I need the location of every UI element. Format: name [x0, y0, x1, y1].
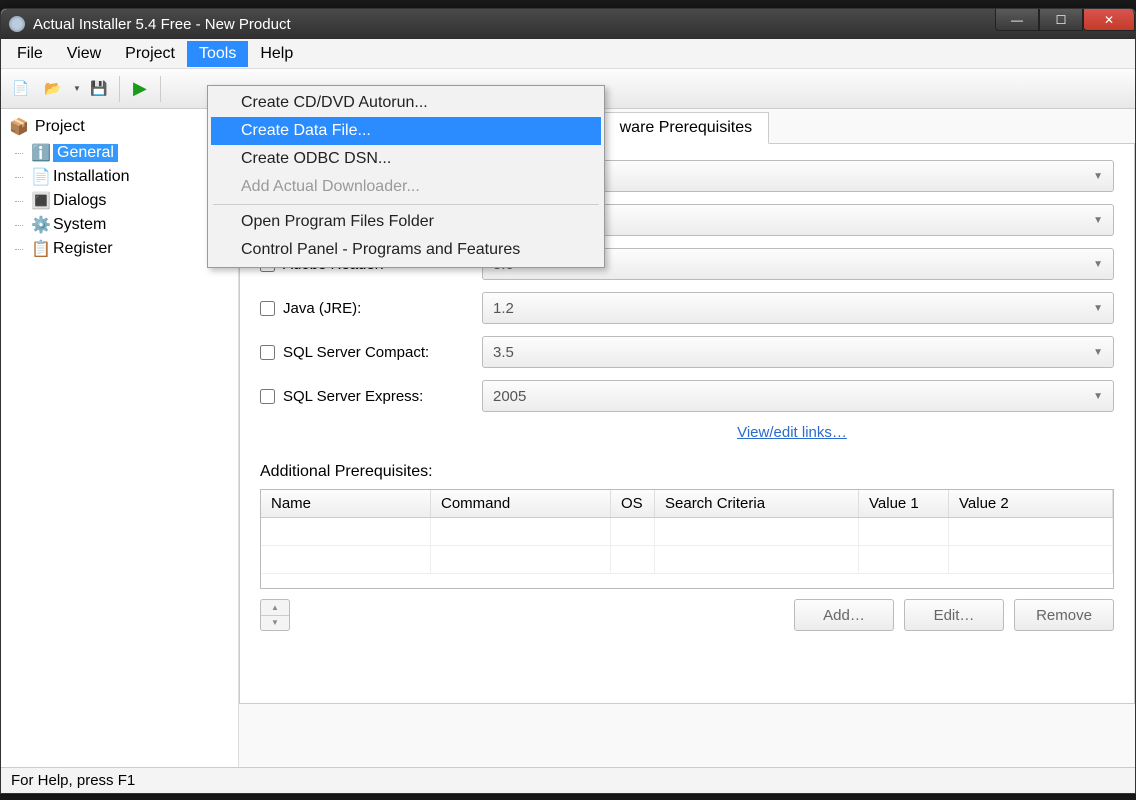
sidebar-item-general[interactable]: ℹ️ General: [25, 141, 234, 165]
chevron-down-icon: ▼: [1093, 303, 1103, 314]
checkbox[interactable]: [260, 345, 275, 360]
button-row: ▲ ▼ Add… Edit… Remove: [260, 599, 1114, 631]
save-button[interactable]: [85, 75, 113, 103]
toolbar-separator: [160, 76, 161, 102]
grid-header: Name Command OS Search Criteria Value 1 …: [261, 490, 1113, 518]
col-value1[interactable]: Value 1: [859, 490, 949, 517]
prereq-check-sqlexpress[interactable]: SQL Server Express:: [260, 388, 470, 405]
chevron-down-icon: ▼: [1093, 259, 1103, 270]
menu-view[interactable]: View: [55, 41, 113, 67]
view-edit-links[interactable]: View/edit links…: [737, 424, 847, 441]
toolbar-separator: [119, 76, 120, 102]
statusbar: For Help, press F1: [1, 767, 1135, 793]
sidebar-item-label: Dialogs: [53, 192, 106, 210]
table-row[interactable]: [261, 546, 1113, 574]
remove-button[interactable]: Remove: [1014, 599, 1114, 631]
checkbox[interactable]: [260, 301, 275, 316]
chevron-down-icon: ▼: [1093, 391, 1103, 402]
col-command[interactable]: Command: [431, 490, 611, 517]
move-up-icon[interactable]: ▲: [261, 600, 289, 616]
maximize-button[interactable]: ☐: [1039, 9, 1083, 31]
sidebar-item-label: System: [53, 216, 106, 234]
menubar: File View Project Tools Help: [1, 39, 1135, 69]
app-icon: [9, 16, 25, 32]
menu-create-cd[interactable]: Create CD/DVD Autorun...: [211, 89, 601, 117]
gear-icon: ⚙️: [31, 215, 47, 235]
prereq-check-sqlcompact[interactable]: SQL Server Compact:: [260, 344, 470, 361]
new-button[interactable]: [7, 75, 35, 103]
prereq-grid[interactable]: Name Command OS Search Criteria Value 1 …: [260, 489, 1114, 589]
prereq-combo-java[interactable]: 1.2 ▼: [482, 292, 1114, 324]
col-name[interactable]: Name: [261, 490, 431, 517]
combo-value: 3.5: [493, 344, 514, 361]
window-title: Actual Installer 5.4 Free - New Product: [33, 16, 291, 33]
chevron-down-icon: ▼: [1093, 215, 1103, 226]
col-os[interactable]: OS: [611, 490, 655, 517]
tree-root-label: Project: [35, 118, 85, 136]
col-value2[interactable]: Value 2: [949, 490, 1113, 517]
col-search[interactable]: Search Criteria: [655, 490, 859, 517]
menu-add-downloader: Add Actual Downloader...: [211, 173, 601, 201]
combo-value: 1.2: [493, 300, 514, 317]
prereq-row-sqlexpress: SQL Server Express: 2005 ▼: [260, 380, 1114, 412]
add-button[interactable]: Add…: [794, 599, 894, 631]
prereq-combo-sqlexpress[interactable]: 2005 ▼: [482, 380, 1114, 412]
open-dropdown-icon[interactable]: ▼: [73, 84, 81, 93]
menu-create-data-file[interactable]: Create Data File...: [211, 117, 601, 145]
prereq-label: SQL Server Express:: [283, 388, 423, 405]
grid-body: [261, 518, 1113, 576]
menu-open-program-files[interactable]: Open Program Files Folder: [211, 208, 601, 236]
titlebar[interactable]: Actual Installer 5.4 Free - New Product …: [1, 9, 1135, 39]
tab-label: ware Prerequisites: [620, 119, 753, 136]
sidebar-item-label: General: [53, 144, 118, 162]
prereq-label: Java (JRE):: [283, 300, 361, 317]
sidebar-item-label: Installation: [53, 168, 130, 186]
window-controls: — ☐ ✕: [995, 9, 1135, 31]
tools-dropdown: Create CD/DVD Autorun... Create Data Fil…: [207, 85, 605, 268]
prereq-label: SQL Server Compact:: [283, 344, 429, 361]
chevron-down-icon: ▼: [1093, 171, 1103, 182]
menu-help[interactable]: Help: [248, 41, 305, 67]
move-updown[interactable]: ▲ ▼: [260, 599, 290, 631]
open-button[interactable]: [39, 75, 67, 103]
menu-separator: [213, 204, 599, 205]
prereq-row-java: Java (JRE): 1.2 ▼: [260, 292, 1114, 324]
page-icon: 📄: [31, 167, 47, 187]
sidebar: Project ℹ️ General 📄 Installation 🔳 Dial…: [1, 109, 239, 767]
tree-root[interactable]: Project: [5, 115, 234, 139]
menu-create-odbc[interactable]: Create ODBC DSN...: [211, 145, 601, 173]
tab-software-prerequisites[interactable]: ware Prerequisites: [603, 112, 770, 144]
minimize-button[interactable]: —: [995, 9, 1039, 31]
menu-control-panel[interactable]: Control Panel - Programs and Features: [211, 236, 601, 264]
prereq-combo-sqlcompact[interactable]: 3.5 ▼: [482, 336, 1114, 368]
sidebar-item-register[interactable]: 📋 Register: [25, 237, 234, 261]
close-button[interactable]: ✕: [1083, 9, 1135, 31]
table-row[interactable]: [261, 518, 1113, 546]
additional-label: Additional Prerequisites:: [260, 463, 1114, 481]
run-button[interactable]: [126, 75, 154, 103]
dialogs-icon: 🔳: [31, 191, 47, 211]
prereq-check-java[interactable]: Java (JRE):: [260, 300, 470, 317]
edit-button[interactable]: Edit…: [904, 599, 1004, 631]
register-icon: 📋: [31, 239, 47, 259]
checkbox[interactable]: [260, 389, 275, 404]
move-down-icon[interactable]: ▼: [261, 616, 289, 631]
combo-value: 2005: [493, 388, 526, 405]
sidebar-item-installation[interactable]: 📄 Installation: [25, 165, 234, 189]
status-text: For Help, press F1: [11, 772, 135, 789]
menu-project[interactable]: Project: [113, 41, 187, 67]
sidebar-item-system[interactable]: ⚙️ System: [25, 213, 234, 237]
sidebar-item-label: Register: [53, 240, 113, 258]
info-icon: ℹ️: [31, 143, 47, 163]
chevron-down-icon: ▼: [1093, 347, 1103, 358]
menu-tools[interactable]: Tools: [187, 41, 248, 67]
link-row: View/edit links…: [260, 424, 1114, 441]
sidebar-item-dialogs[interactable]: 🔳 Dialogs: [25, 189, 234, 213]
menu-file[interactable]: File: [5, 41, 55, 67]
app-window: Actual Installer 5.4 Free - New Product …: [0, 8, 1136, 794]
prereq-row-sqlcompact: SQL Server Compact: 3.5 ▼: [260, 336, 1114, 368]
